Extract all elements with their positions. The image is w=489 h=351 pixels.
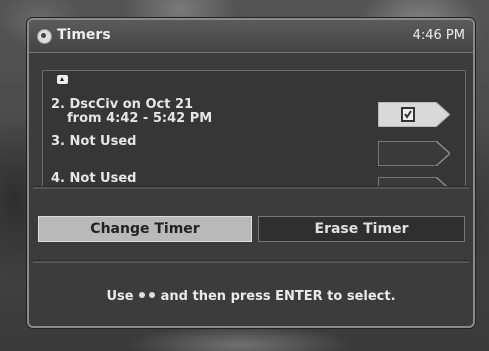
change-timer-button[interactable]: Change Timer xyxy=(38,216,252,242)
scroll-up-icon[interactable] xyxy=(57,75,68,84)
help-suffix: and then press ENTER to select. xyxy=(160,289,396,304)
timer-tab-2[interactable] xyxy=(378,102,450,127)
timer-item-3-title: 3. Not Used xyxy=(51,134,137,149)
help-text: Use and then press ENTER to select. xyxy=(29,289,473,304)
timer-tab-3[interactable] xyxy=(378,141,450,166)
arrows-icon xyxy=(138,289,156,301)
timer-tab-4[interactable] xyxy=(378,177,450,186)
timer-item-4[interactable]: 4. Not Used xyxy=(51,172,136,186)
timers-dialog: Timers 4:46 PM 2. DscCiv on Oct 21 from … xyxy=(27,18,475,328)
erase-timer-button[interactable]: Erase Timer xyxy=(258,216,465,242)
timer-item-2[interactable]: 2. DscCiv on Oct 21 from 4:42 - 5:42 PM xyxy=(51,98,212,126)
divider xyxy=(33,186,469,189)
timer-item-2-title: 2. DscCiv on Oct 21 xyxy=(51,97,194,112)
dialog-title: Timers xyxy=(57,27,111,43)
tab-arrow-icon xyxy=(378,141,450,166)
divider xyxy=(33,260,469,263)
selected-tab-arrow-icon xyxy=(378,102,450,127)
tab-arrow-icon xyxy=(378,177,448,186)
title-bar: Timers 4:46 PM xyxy=(29,20,473,53)
timer-item-3[interactable]: 3. Not Used xyxy=(51,135,136,149)
timer-item-4-title: 4. Not Used xyxy=(51,171,137,186)
clock-time: 4:46 PM xyxy=(412,28,465,43)
timer-icon xyxy=(37,29,52,44)
help-prefix: Use xyxy=(106,289,134,304)
timer-item-2-time: from 4:42 - 5:42 PM xyxy=(67,111,213,126)
